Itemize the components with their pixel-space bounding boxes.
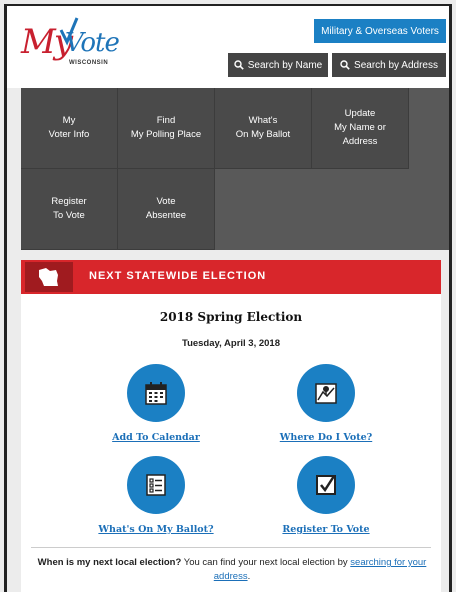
election-date: Tuesday, April 3, 2018 [181,338,281,349]
wisconsin-shape-icon [39,268,58,286]
nav-spacer [215,169,449,250]
search-icon [340,60,350,70]
wisconsin-state-icon [25,262,73,292]
search-by-name-button[interactable]: Search by Name [228,53,328,77]
whats-on-my-ballot-link[interactable]: What's On My Ballot? [76,524,236,535]
register-to-vote-link[interactable]: Register To Vote [246,524,406,535]
register-to-vote-button[interactable] [297,456,355,514]
banner-title: NEXT STATEWIDE ELECTION [89,270,267,282]
nav-item-find-polling-place[interactable]: Find My Polling Place [118,88,215,169]
logo-check-icon [59,17,79,46]
divider [31,547,431,548]
election-title: 2018 Spring Election [159,310,303,324]
military-overseas-label: Military & Overseas Voters [321,25,439,37]
search-by-address-label: Search by Address [354,59,438,71]
nav-item-vote-absentee[interactable]: Vote Absentee [118,169,215,250]
main-nav: My Voter Info Find My Polling Place What… [21,88,449,250]
page-frame: My Vote WISCONSIN Military & Overseas Vo… [4,4,452,592]
next-election-panel: NEXT STATEWIDE ELECTION 2018 Spring Elec… [21,260,441,592]
search-icon [234,60,244,70]
checkbox-icon [316,475,336,495]
add-to-calendar-button[interactable] [127,364,185,422]
local-election-note: When is my next local election? You can … [35,556,429,584]
calendar-icon [145,382,167,405]
nav-item-whats-on-ballot[interactable]: What's On My Ballot [215,88,312,169]
myvote-logo[interactable]: My Vote WISCONSIN [21,16,121,76]
map-icon [315,383,337,404]
site-header: My Vote WISCONSIN Military & Overseas Vo… [7,6,449,88]
search-by-address-button[interactable]: Search by Address [332,53,446,77]
local-election-text: You can find your next local election by [181,557,351,568]
add-to-calendar-link[interactable]: Add To Calendar [76,432,236,443]
nav-item-update-name-address[interactable]: Update My Name or Address [312,88,409,169]
ballot-list-icon [146,474,166,496]
nav-item-register-to-vote[interactable]: Register To Vote [21,169,118,250]
next-election-banner: NEXT STATEWIDE ELECTION [21,260,441,294]
local-election-question: When is my next local election? [37,557,182,568]
military-overseas-button[interactable]: Military & Overseas Voters [314,19,446,43]
nav-spacer [403,88,449,169]
logo-subtitle: WISCONSIN [69,60,109,66]
local-election-end: . [247,571,251,582]
whats-on-my-ballot-button[interactable] [127,456,185,514]
search-by-name-label: Search by Name [247,59,323,71]
nav-item-my-voter-info[interactable]: My Voter Info [21,88,118,169]
where-do-i-vote-link[interactable]: Where Do I Vote? [246,432,406,443]
where-do-i-vote-button[interactable] [297,364,355,422]
